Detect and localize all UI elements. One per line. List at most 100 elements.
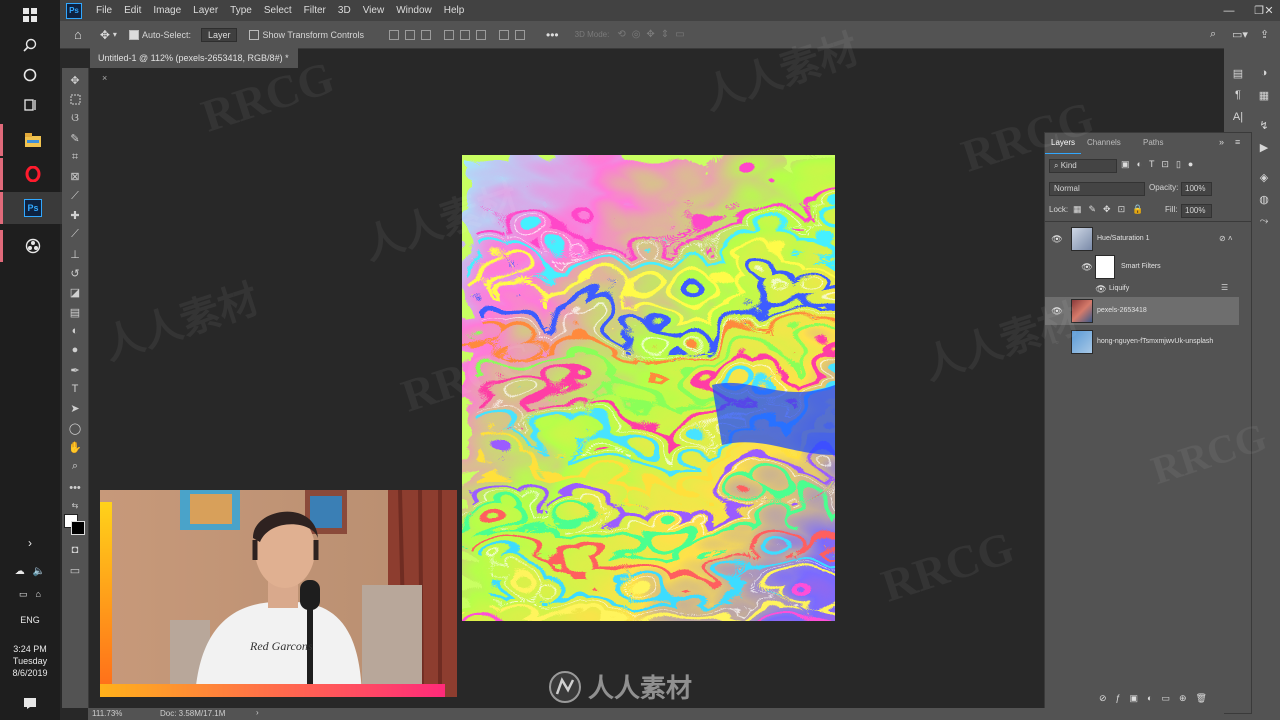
menu-window[interactable]: Window <box>390 5 438 16</box>
properties-panel-icon[interactable]: ▤ <box>1228 64 1248 82</box>
align-middle-icon[interactable] <box>460 29 471 40</box>
windows-start-icon[interactable] <box>0 0 60 30</box>
clock-time[interactable]: 3:24 PM <box>0 643 60 655</box>
close-tab-icon[interactable]: × <box>102 73 107 83</box>
layer-row[interactable]: 👁 Hue/Saturation 1 ⊘ ˄ <box>1045 225 1239 253</box>
layer-row[interactable]: ▫ hong-nguyen-fTsmxmjwvUk-unsplash <box>1045 328 1239 356</box>
pen-tool-icon[interactable]: ✒ <box>65 362 85 378</box>
distribute-2-icon[interactable] <box>515 29 526 40</box>
menu-select[interactable]: Select <box>258 5 298 16</box>
hand-tool-icon[interactable]: ✋ <box>65 439 85 455</box>
eyedropper-tool-icon[interactable]: ⟋ <box>65 188 85 204</box>
layer-row-selected[interactable]: 👁 pexels-2653418 <box>1045 297 1239 325</box>
show-transform-controls-checkbox[interactable]: Show Transform Controls <box>249 29 364 40</box>
layers-panel-icon[interactable]: ◈ <box>1254 168 1274 186</box>
visibility-eye-icon[interactable]: 👁 <box>1051 305 1063 317</box>
crop-tool-icon[interactable]: ⌗ <box>65 149 85 165</box>
zoom-level[interactable]: 111.73% <box>92 709 122 718</box>
align-right-icon[interactable] <box>421 29 432 40</box>
visibility-eye-icon[interactable]: 👁 <box>1051 233 1063 245</box>
layers-bottom-buttons[interactable]: ⊘ƒ▣◐▭⊕🗑 <box>1099 693 1216 704</box>
tab-paths[interactable]: Paths <box>1137 133 1169 153</box>
search-icon[interactable]: ⌕ <box>1210 28 1216 41</box>
clone-stamp-tool-icon[interactable]: ⊥ <box>65 246 85 262</box>
paths-panel-icon[interactable]: ⤳ <box>1254 212 1274 230</box>
type-tool-icon[interactable]: T <box>65 381 85 397</box>
cortana-icon[interactable] <box>0 60 60 90</box>
color-panel-icon[interactable]: ◑ <box>1254 64 1274 82</box>
visibility-eye-icon[interactable]: 👁 <box>1095 283 1107 295</box>
blur-tool-icon[interactable]: ◐ <box>65 323 85 339</box>
healing-brush-tool-icon[interactable]: ✚ <box>65 207 85 223</box>
frame-tool-icon[interactable]: ⊠ <box>65 168 85 184</box>
quick-mask-icon[interactable]: ◘ <box>65 542 85 558</box>
workspace-icon[interactable]: ▭▾ <box>1232 28 1248 41</box>
search-icon[interactable] <box>0 30 60 60</box>
blend-mode-dropdown[interactable]: Normal <box>1049 182 1145 196</box>
lock-icons[interactable]: ▦✎✥⊡🔒 <box>1073 204 1150 215</box>
more-options-icon[interactable]: ••• <box>546 28 559 42</box>
filter-type-icons[interactable]: ▣◐T⊡▯● <box>1121 159 1200 170</box>
edit-toolbar-icon[interactable]: ••• <box>65 480 85 496</box>
notifications-icon[interactable] <box>0 688 60 718</box>
menu-edit[interactable]: Edit <box>118 5 147 16</box>
task-view-icon[interactable] <box>0 90 60 120</box>
network-icon[interactable]: ⌂ <box>36 589 41 599</box>
visibility-eye-icon[interactable]: 👁 <box>1081 261 1093 273</box>
align-bottom-icon[interactable] <box>476 29 487 40</box>
history-brush-tool-icon[interactable]: ↺ <box>65 265 85 281</box>
show-hidden-icons-chevron-icon[interactable]: › <box>0 532 60 554</box>
quick-selection-tool-icon[interactable]: ✎ <box>65 130 85 146</box>
volume-icon[interactable]: 🔈 <box>33 566 45 577</box>
menu-3d[interactable]: 3D <box>332 5 357 16</box>
document-canvas[interactable] <box>462 155 835 621</box>
path-selection-tool-icon[interactable]: ➤ <box>65 400 85 416</box>
filter-row-liquify[interactable]: 👁 Liquify ☰ <box>1045 279 1239 299</box>
opacity-input[interactable]: 100% <box>1181 182 1212 196</box>
lasso-tool-icon[interactable]: ଓ <box>65 110 85 126</box>
actions-panel-icon[interactable]: ▶ <box>1254 138 1274 156</box>
brush-tool-icon[interactable]: ⟋ <box>65 226 85 242</box>
paragraph-panel-icon[interactable]: ¶ <box>1228 86 1248 104</box>
status-menu-chevron-icon[interactable]: › <box>256 708 259 717</box>
screen-mode-icon[interactable]: ▭ <box>65 562 85 578</box>
taskbar-photoshop[interactable]: Ps <box>0 192 63 224</box>
document-tab[interactable]: Untitled-1 @ 112% (pexels-2653418, RGB/8… <box>90 48 298 83</box>
menu-view[interactable]: View <box>357 5 391 16</box>
minimize-icon[interactable]: — <box>1214 0 1244 21</box>
channels-panel-icon[interactable]: ◍ <box>1254 190 1274 208</box>
dodge-tool-icon[interactable]: ● <box>65 342 85 358</box>
gradient-tool-icon[interactable]: ▤ <box>65 304 85 320</box>
close-icon[interactable]: ✕ <box>1254 0 1280 21</box>
marquee-tool-icon[interactable] <box>65 91 85 107</box>
align-center-icon[interactable] <box>405 29 416 40</box>
align-top-icon[interactable] <box>444 29 455 40</box>
home-icon[interactable]: ⌂ <box>74 27 82 42</box>
distribute-icon[interactable] <box>499 29 510 40</box>
menu-image[interactable]: Image <box>147 5 187 16</box>
ellipse-tool-icon[interactable]: ◯ <box>65 420 85 436</box>
move-tool-preset-icon[interactable]: ✥ <box>100 28 110 42</box>
align-left-icon[interactable] <box>389 29 400 40</box>
language-indicator[interactable]: ENG <box>0 614 60 626</box>
battery-icon[interactable]: ▭ <box>19 589 28 600</box>
character-panel-icon[interactable]: A| <box>1228 108 1248 126</box>
collapse-panel-icon[interactable]: » <box>1219 137 1224 147</box>
eraser-tool-icon[interactable]: ◪ <box>65 284 85 300</box>
background-color-swatch[interactable] <box>71 521 85 535</box>
swatches-panel-icon[interactable]: ▦ <box>1254 86 1274 104</box>
tab-layers[interactable]: Layers <box>1045 133 1082 154</box>
smart-filters-row[interactable]: 👁 Smart Filters <box>1045 253 1239 281</box>
zoom-tool-icon[interactable]: ⌕ <box>65 458 85 474</box>
chevron-down-icon[interactable]: ▾ <box>113 30 117 39</box>
menu-help[interactable]: Help <box>438 5 471 16</box>
auto-select-checkbox[interactable]: Auto-Select: <box>128 29 191 40</box>
filter-kind-dropdown[interactable]: ⌕ Kind <box>1049 159 1117 173</box>
panel-menu-icon[interactable]: ≡ <box>1235 137 1240 147</box>
photoshop-logo-icon[interactable]: Ps <box>66 2 82 19</box>
onedrive-icon[interactable]: ☁ <box>15 566 25 577</box>
auto-select-dropdown[interactable]: Layer <box>200 27 238 42</box>
opera-browser-icon[interactable] <box>0 158 63 190</box>
visibility-off-icon[interactable]: ▫ <box>1051 336 1063 348</box>
adjustments-panel-icon[interactable]: ↯ <box>1254 116 1274 134</box>
